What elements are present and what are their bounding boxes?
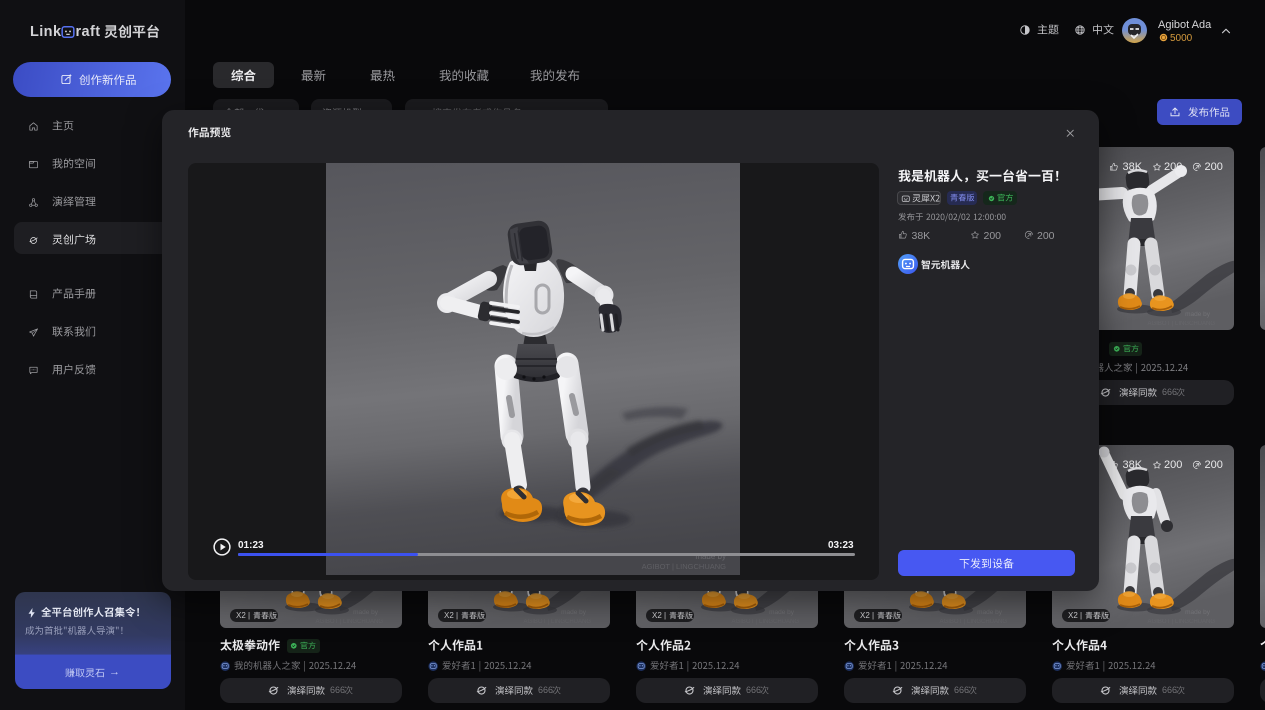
svg-text:AGIBOT | LINGCHUANG: AGIBOT | LINGCHUANG xyxy=(940,619,1008,625)
svg-text:AGIBOT | LINGCHUANG: AGIBOT | LINGCHUANG xyxy=(316,619,384,625)
svg-text:made by: made by xyxy=(977,609,1003,616)
svg-text:AGIBOT | LINGCHUANG: AGIBOT | LINGCHUANG xyxy=(524,619,592,625)
svg-text:AGIBOT | LINGCHUANG: AGIBOT | LINGCHUANG xyxy=(732,619,800,625)
svg-text:AGIBOT | LINGCHUANG: AGIBOT | LINGCHUANG xyxy=(1148,321,1216,327)
svg-text:AGIBOT | LINGCHUANG: AGIBOT | LINGCHUANG xyxy=(642,562,726,571)
svg-text:made by: made by xyxy=(561,609,587,616)
svg-text:made by: made by xyxy=(1185,609,1211,616)
svg-text:made by: made by xyxy=(1185,311,1211,318)
svg-text:AGIBOT | LINGCHUANG: AGIBOT | LINGCHUANG xyxy=(1148,619,1216,625)
svg-text:made by: made by xyxy=(769,609,795,616)
svg-text:made by: made by xyxy=(353,609,379,616)
